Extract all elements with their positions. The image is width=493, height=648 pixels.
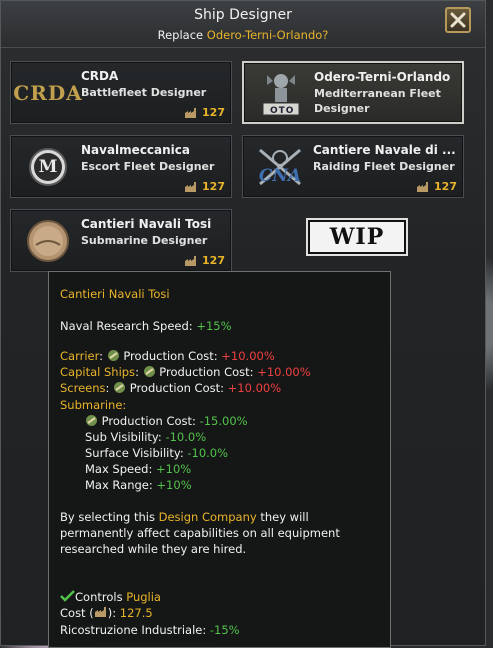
- sub-production-line: Production Cost: -15.00%: [85, 413, 248, 429]
- capital-ships-line: Capital Ships: Production Cost: +10.00%: [60, 365, 311, 379]
- card-role: Battlefleet Designer: [81, 86, 207, 99]
- card-cost: 127: [184, 106, 225, 119]
- replace-target: Odero-Terni-Orlando?: [206, 28, 329, 42]
- checkmark-icon: [60, 590, 75, 602]
- crda-logo: CRDA: [13, 81, 83, 105]
- factory-icon: [185, 255, 197, 266]
- surface-visibility-line: Surface Visibility: -10.0%: [85, 446, 229, 460]
- card-name: Cantiere Navale di ...: [313, 143, 456, 157]
- production-icon: [114, 382, 126, 393]
- cost-line: Cost (): 127.5: [60, 606, 153, 620]
- controls-line: Controls Puglia: [60, 589, 161, 605]
- designer-card-crda[interactable]: CRDA CRDA Battlefleet Designer 127: [10, 61, 232, 124]
- description-line-1: By selecting this Design Company they wi…: [60, 510, 309, 524]
- screens-line: Screens: Production Cost: +10.00%: [60, 381, 282, 395]
- factory-icon: [185, 107, 197, 118]
- research-speed-line: Naval Research Speed: +15%: [60, 319, 232, 333]
- window-header: Ship Designer Replace Odero-Terni-Orland…: [1, 1, 485, 48]
- card-name: CRDA: [81, 69, 119, 83]
- card-cost: 127: [184, 254, 225, 267]
- submarine-heading: Submarine:: [60, 398, 127, 412]
- designer-card-tosi[interactable]: Cantieri Navali Tosi Submarine Designer …: [10, 209, 232, 272]
- close-button[interactable]: [445, 7, 471, 33]
- card-role: Raiding Fleet Designer: [313, 160, 455, 173]
- oto-logo: OTO: [252, 71, 310, 117]
- factory-icon: [185, 181, 197, 192]
- card-name: Odero-Terni-Orlando: [314, 70, 451, 84]
- card-role: Submarine Designer: [81, 234, 208, 247]
- card-name: Cantieri Navali Tosi: [81, 217, 212, 231]
- sub-visibility-line: Sub Visibility: -10.0%: [85, 430, 207, 444]
- production-icon: [107, 350, 119, 361]
- description-line-2: permanently affect capabilities on all e…: [60, 526, 340, 540]
- card-cost: 127: [184, 180, 225, 193]
- tooltip-title: Cantieri Navali Tosi: [60, 287, 170, 301]
- card-name: Navalmeccanica: [81, 143, 191, 157]
- navalmeccanica-logo: M: [19, 144, 77, 190]
- factory-icon: [417, 181, 429, 192]
- window-subtitle: Replace Odero-Terni-Orlando?: [157, 28, 329, 42]
- close-icon: [450, 12, 466, 28]
- card-role: Escort Fleet Designer: [81, 160, 215, 173]
- card-role: Mediterranean Fleet Designer: [314, 87, 441, 115]
- card-cost: 127: [416, 180, 457, 193]
- wip-badge: WIP: [308, 220, 406, 254]
- production-icon: [86, 415, 97, 426]
- max-speed-line: Max Speed: +10%: [85, 462, 192, 476]
- max-range-line: Max Range: +10%: [85, 478, 192, 492]
- carrier-line: Carrier: Production Cost: +10.00%: [60, 349, 275, 363]
- designer-card-cna[interactable]: CNA Cantiere Navale di ... Raiding Fleet…: [242, 135, 464, 198]
- ricostruzione-line: Ricostruzione Industriale: -15%: [60, 623, 240, 637]
- production-icon: [143, 366, 155, 377]
- description-line-3: researched while they are hired.: [60, 542, 247, 556]
- designer-card-oto[interactable]: OTO Odero-Terni-Orlando Mediterranean Fl…: [242, 61, 464, 124]
- designer-card-navalmeccanica[interactable]: M Navalmeccanica Escort Fleet Designer 1…: [10, 135, 232, 198]
- cna-logo: CNA: [251, 144, 309, 190]
- window-title: Ship Designer: [194, 7, 292, 23]
- factory-icon: [94, 607, 106, 617]
- designer-tooltip: Cantieri Navali Tosi Naval Research Spee…: [48, 271, 391, 648]
- tosi-logo: [19, 218, 77, 264]
